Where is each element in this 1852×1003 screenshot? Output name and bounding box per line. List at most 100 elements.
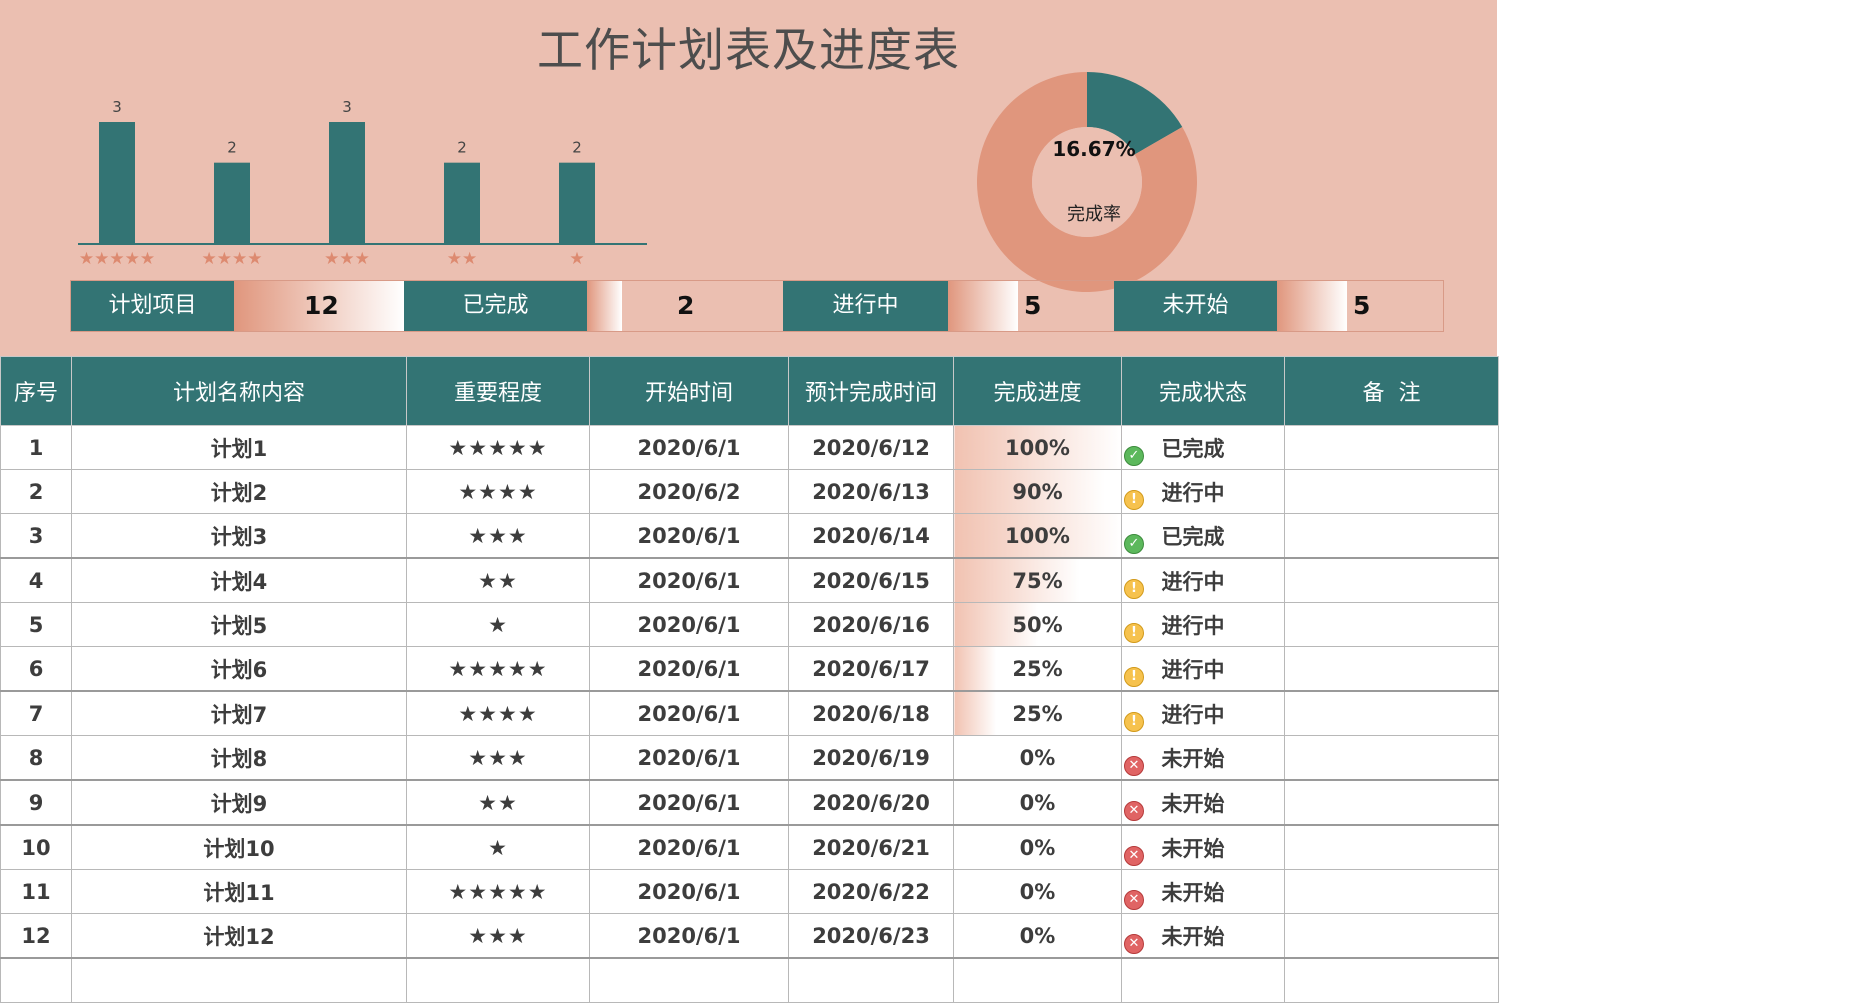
cell-notes[interactable] [1284, 646, 1499, 692]
cell-name[interactable]: 计划7 [71, 690, 407, 736]
cell-end[interactable]: 2020/6/15 [788, 557, 954, 603]
cell-name[interactable]: 计划1 [71, 425, 407, 470]
col-header-end[interactable]: 预计完成时间 [788, 356, 954, 426]
cell-status[interactable]: ✓ 已完成 [1121, 425, 1285, 470]
cell-start[interactable]: 2020/6/1 [589, 557, 789, 603]
cell-progress[interactable]: 50% [953, 602, 1122, 647]
cell-progress[interactable]: 0% [953, 779, 1122, 826]
cell-end[interactable]: 2020/6/13 [788, 469, 954, 514]
col-header-notes[interactable]: 备 注 [1284, 356, 1499, 426]
cell-notes[interactable] [1284, 557, 1499, 603]
cell-progress[interactable]: 0% [953, 869, 1122, 914]
cell-importance[interactable]: ★★★★ [406, 469, 590, 514]
cell-name[interactable]: 计划4 [71, 557, 407, 603]
cell-notes[interactable] [1284, 824, 1499, 870]
cell-start[interactable]: 2020/6/1 [589, 513, 789, 559]
cell-progress[interactable]: 100% [953, 513, 1122, 559]
cell-name[interactable]: 计划9 [71, 779, 407, 826]
cell-notes[interactable] [1284, 869, 1499, 914]
cell-status[interactable]: ! 进行中 [1121, 646, 1285, 692]
cell-notes[interactable] [1284, 469, 1499, 514]
cell-no[interactable]: 6 [0, 646, 72, 692]
cell-end[interactable]: 2020/6/20 [788, 779, 954, 826]
cell-empty[interactable] [71, 957, 407, 1003]
cell-notes[interactable] [1284, 735, 1499, 781]
cell-name[interactable]: 计划10 [71, 824, 407, 870]
cell-importance[interactable]: ★★★★★ [406, 869, 590, 914]
cell-importance[interactable]: ★ [406, 824, 590, 870]
cell-status[interactable]: ✕ 未开始 [1121, 913, 1285, 959]
cell-status[interactable]: ✕ 未开始 [1121, 735, 1285, 781]
cell-name[interactable]: 计划6 [71, 646, 407, 692]
cell-empty[interactable] [788, 957, 954, 1003]
cell-end[interactable]: 2020/6/22 [788, 869, 954, 914]
cell-no[interactable]: 7 [0, 690, 72, 736]
cell-empty[interactable] [953, 957, 1122, 1003]
cell-name[interactable]: 计划12 [71, 913, 407, 959]
cell-progress[interactable]: 0% [953, 735, 1122, 781]
cell-importance[interactable]: ★★ [406, 779, 590, 826]
cell-end[interactable]: 2020/6/12 [788, 425, 954, 470]
cell-status[interactable]: ✕ 未开始 [1121, 869, 1285, 914]
cell-importance[interactable]: ★ [406, 602, 590, 647]
cell-progress[interactable]: 0% [953, 913, 1122, 959]
cell-start[interactable]: 2020/6/1 [589, 779, 789, 826]
cell-start[interactable]: 2020/6/1 [589, 869, 789, 914]
cell-end[interactable]: 2020/6/18 [788, 690, 954, 736]
cell-end[interactable]: 2020/6/21 [788, 824, 954, 870]
cell-progress[interactable]: 25% [953, 690, 1122, 736]
cell-start[interactable]: 2020/6/1 [589, 735, 789, 781]
cell-progress[interactable]: 0% [953, 824, 1122, 870]
cell-empty[interactable] [1284, 957, 1499, 1003]
cell-no[interactable]: 9 [0, 779, 72, 826]
cell-status[interactable]: ! 进行中 [1121, 469, 1285, 514]
cell-importance[interactable]: ★★★ [406, 913, 590, 959]
cell-name[interactable]: 计划3 [71, 513, 407, 559]
cell-importance[interactable]: ★★★★★ [406, 425, 590, 470]
cell-notes[interactable] [1284, 779, 1499, 826]
cell-name[interactable]: 计划11 [71, 869, 407, 914]
cell-status[interactable]: ✓ 已完成 [1121, 513, 1285, 559]
col-header-name[interactable]: 计划名称内容 [71, 356, 407, 426]
cell-importance[interactable]: ★★ [406, 557, 590, 603]
cell-name[interactable]: 计划8 [71, 735, 407, 781]
cell-name[interactable]: 计划2 [71, 469, 407, 514]
cell-no[interactable]: 4 [0, 557, 72, 603]
cell-end[interactable]: 2020/6/19 [788, 735, 954, 781]
cell-empty[interactable] [406, 957, 590, 1003]
cell-end[interactable]: 2020/6/16 [788, 602, 954, 647]
col-header-importance[interactable]: 重要程度 [406, 356, 590, 426]
cell-progress[interactable]: 25% [953, 646, 1122, 692]
cell-importance[interactable]: ★★★ [406, 735, 590, 781]
cell-start[interactable]: 2020/6/2 [589, 469, 789, 514]
cell-end[interactable]: 2020/6/17 [788, 646, 954, 692]
cell-no[interactable]: 1 [0, 425, 72, 470]
cell-end[interactable]: 2020/6/14 [788, 513, 954, 559]
col-header-progress[interactable]: 完成进度 [953, 356, 1122, 426]
cell-status[interactable]: ✕ 未开始 [1121, 779, 1285, 826]
cell-notes[interactable] [1284, 425, 1499, 470]
cell-start[interactable]: 2020/6/1 [589, 646, 789, 692]
cell-start[interactable]: 2020/6/1 [589, 824, 789, 870]
cell-status[interactable]: ! 进行中 [1121, 602, 1285, 647]
cell-notes[interactable] [1284, 690, 1499, 736]
cell-progress[interactable]: 75% [953, 557, 1122, 603]
cell-no[interactable]: 2 [0, 469, 72, 514]
cell-empty[interactable] [1121, 957, 1285, 1003]
cell-end[interactable]: 2020/6/23 [788, 913, 954, 959]
cell-no[interactable]: 10 [0, 824, 72, 870]
cell-no[interactable]: 5 [0, 602, 72, 647]
cell-status[interactable]: ! 进行中 [1121, 690, 1285, 736]
cell-start[interactable]: 2020/6/1 [589, 602, 789, 647]
col-header-start[interactable]: 开始时间 [589, 356, 789, 426]
cell-notes[interactable] [1284, 602, 1499, 647]
col-header-status[interactable]: 完成状态 [1121, 356, 1285, 426]
cell-importance[interactable]: ★★★★★ [406, 646, 590, 692]
cell-no[interactable]: 8 [0, 735, 72, 781]
cell-no[interactable]: 3 [0, 513, 72, 559]
cell-progress[interactable]: 100% [953, 425, 1122, 470]
cell-status[interactable]: ! 进行中 [1121, 557, 1285, 603]
cell-empty[interactable] [589, 957, 789, 1003]
col-header-no[interactable]: 序号 [0, 356, 72, 426]
cell-start[interactable]: 2020/6/1 [589, 690, 789, 736]
